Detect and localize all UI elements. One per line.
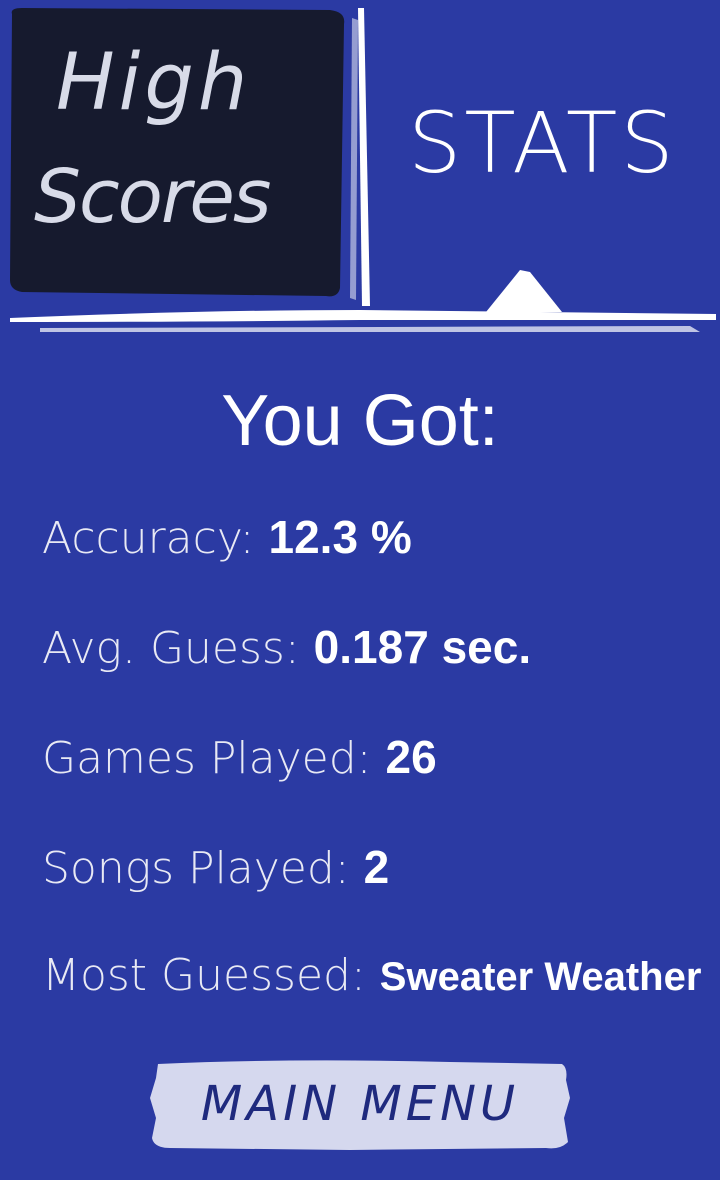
stat-label: Songs Played: <box>42 843 350 894</box>
stat-songs-played: Songs Played: 2 <box>42 840 389 894</box>
stat-value: 26 <box>385 731 437 783</box>
tab-stats[interactable]: STATS <box>372 10 712 300</box>
stat-value: Sweater Weather <box>379 955 702 999</box>
tab-bar: High Scores STATS <box>0 0 720 340</box>
stat-label: Accuracy: <box>42 513 255 564</box>
tab-underline <box>10 310 716 322</box>
stat-avg-guess: Avg. Guess: 0.187 sec. <box>42 620 531 674</box>
tab-divider <box>358 8 370 306</box>
stat-accuracy: Accuracy: 12.3 % <box>42 510 412 564</box>
stat-label: Most Guessed: <box>42 950 366 1001</box>
stat-value: 2 <box>363 841 390 893</box>
stat-label: Games Played: <box>42 733 372 784</box>
main-menu-button[interactable]: MAIN MENU <box>150 1058 570 1152</box>
stat-label: Avg. Guess: <box>42 623 300 674</box>
main-menu-label: MAIN MENU <box>200 1076 520 1132</box>
stat-games-played: Games Played: 26 <box>42 730 437 784</box>
high-scores-label-line1: High <box>56 38 252 128</box>
high-scores-label-line2: Scores <box>34 154 271 240</box>
results-heading: You Got: <box>221 381 499 461</box>
stat-most-guessed: Most Guessed: Sweater Weather <box>42 950 701 1001</box>
stat-value: 0.187 sec. <box>313 621 532 673</box>
tab-high-scores[interactable]: High Scores <box>6 6 346 298</box>
stats-tab-label: STATS <box>408 94 677 192</box>
stat-value: 12.3 % <box>268 511 412 563</box>
